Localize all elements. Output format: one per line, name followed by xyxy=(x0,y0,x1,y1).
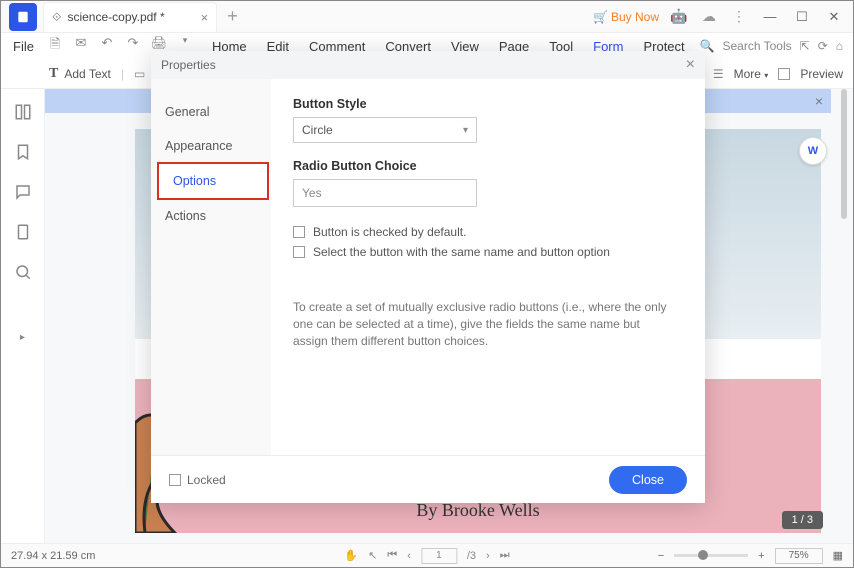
close-dialog-icon[interactable]: × xyxy=(686,56,695,74)
page-dimensions: 27.94 x 21.59 cm xyxy=(11,550,95,562)
button-style-label: Button Style xyxy=(293,97,683,111)
zoom-value[interactable]: 75% xyxy=(775,548,823,564)
magnify-icon[interactable] xyxy=(14,263,32,281)
document-byline: By Brooke Wells xyxy=(416,500,539,521)
page-navigation: ✋ ↖ ⏮ ‹ 1 /3 › ⏭ xyxy=(344,548,509,564)
vertical-scrollbar[interactable] xyxy=(831,89,853,543)
word-badge-icon[interactable]: W xyxy=(799,137,827,165)
next-page-icon[interactable]: › xyxy=(486,550,490,562)
add-text-tool[interactable]: T Add Text xyxy=(49,66,111,82)
more-dropdown[interactable]: More ▾ xyxy=(734,67,769,81)
prev-page-icon[interactable]: ‹ xyxy=(407,550,411,562)
new-tab-button[interactable]: + xyxy=(227,6,238,27)
tab-title: science-copy.pdf * xyxy=(67,10,164,24)
maximize-button[interactable]: ☐ xyxy=(791,9,813,25)
cart-icon: 🛒 xyxy=(593,10,608,24)
zoom-out-icon[interactable]: − xyxy=(658,550,664,562)
tab-actions[interactable]: Actions xyxy=(151,199,271,233)
zoom-slider[interactable] xyxy=(674,554,748,557)
cloud-sync-icon[interactable]: ⟳ xyxy=(818,39,828,53)
button-style-select[interactable]: Circle ▾ xyxy=(293,117,477,143)
tab-options[interactable]: Options xyxy=(157,162,269,200)
chevron-down-icon: ▾ xyxy=(463,125,468,136)
titlebar: ⟐ science-copy.pdf * × + 🛒 Buy Now 🤖 ☁ ⋮… xyxy=(1,1,853,33)
home-icon[interactable]: ⌂ xyxy=(836,39,843,53)
dialog-title: Properties xyxy=(161,58,216,72)
share-icon[interactable]: ⇱ xyxy=(800,39,810,53)
redo-icon[interactable]: ↷ xyxy=(124,35,142,57)
save-icon[interactable]: 🗎 xyxy=(46,35,64,57)
radio-choice-input[interactable]: Yes xyxy=(293,179,477,207)
dialog-sidebar: General Appearance Options Actions xyxy=(151,79,271,455)
minimize-button[interactable]: — xyxy=(759,9,781,24)
file-menu[interactable]: File xyxy=(1,39,46,54)
app-icon xyxy=(9,3,37,31)
fit-view-icon[interactable]: ▦ xyxy=(833,549,843,562)
radio-choice-label: Radio Button Choice xyxy=(293,159,683,173)
tab-general[interactable]: General xyxy=(151,95,271,129)
select-tool-icon[interactable]: ↖ xyxy=(368,549,377,562)
status-bar: 27.94 x 21.59 cm ✋ ↖ ⏮ ‹ 1 /3 › ⏭ − + 75… xyxy=(1,543,853,567)
dialog-content: Button Style Circle ▾ Radio Button Choic… xyxy=(271,79,705,455)
document-tab[interactable]: ⟐ science-copy.pdf * × xyxy=(43,2,217,32)
undo-icon[interactable]: ↶ xyxy=(98,35,116,57)
preview-checkbox[interactable] xyxy=(778,68,790,80)
dialog-footer: Locked Close xyxy=(151,455,705,503)
same-name-label: Select the button with the same name and… xyxy=(313,245,610,259)
attachment-icon[interactable] xyxy=(14,223,32,241)
checked-default-label: Button is checked by default. xyxy=(313,225,466,239)
locked-checkbox[interactable] xyxy=(169,474,181,486)
first-page-icon[interactable]: ⏮ xyxy=(387,549,397,562)
close-button[interactable]: Close xyxy=(609,466,687,494)
search-tools-label[interactable]: Search Tools xyxy=(722,39,791,53)
page-total-label: /3 xyxy=(467,550,476,562)
close-tab-icon[interactable]: × xyxy=(201,10,209,25)
zoom-in-icon[interactable]: + xyxy=(758,550,764,562)
cloud-icon[interactable]: ☁ xyxy=(699,7,719,27)
expand-sidebar-icon[interactable]: ▸ xyxy=(20,332,25,343)
form-tool-icon[interactable]: ▭ xyxy=(134,67,145,81)
kebab-menu-icon[interactable]: ⋮ xyxy=(729,7,749,27)
thumbnails-icon[interactable] xyxy=(14,103,32,121)
last-page-icon[interactable]: ⏭ xyxy=(500,549,510,562)
close-strip-icon[interactable]: × xyxy=(815,93,823,109)
preview-label: Preview xyxy=(800,67,843,81)
buy-now-link[interactable]: 🛒 Buy Now xyxy=(593,10,659,24)
locked-label: Locked xyxy=(187,473,226,487)
bookmark-icon[interactable] xyxy=(14,143,32,161)
same-name-checkbox[interactable] xyxy=(293,246,305,258)
align-icon[interactable]: ☰ xyxy=(713,67,724,81)
left-sidebar: ▸ xyxy=(1,89,45,543)
properties-dialog: Properties × General Appearance Options … xyxy=(151,51,705,503)
checked-default-checkbox[interactable] xyxy=(293,226,305,238)
hint-text: To create a set of mutually exclusive ra… xyxy=(293,299,673,349)
hand-tool-icon[interactable]: ✋ xyxy=(344,549,358,562)
page-input[interactable]: 1 xyxy=(421,548,457,564)
page-counter-pill: 1 / 3 xyxy=(782,511,823,529)
comment-icon[interactable] xyxy=(14,183,32,201)
tab-appearance[interactable]: Appearance xyxy=(151,129,271,163)
close-window-button[interactable]: ✕ xyxy=(823,9,845,25)
dialog-header: Properties × xyxy=(151,51,705,79)
mail-icon[interactable]: ✉ xyxy=(72,35,90,57)
robot-icon[interactable]: 🤖 xyxy=(669,7,689,27)
